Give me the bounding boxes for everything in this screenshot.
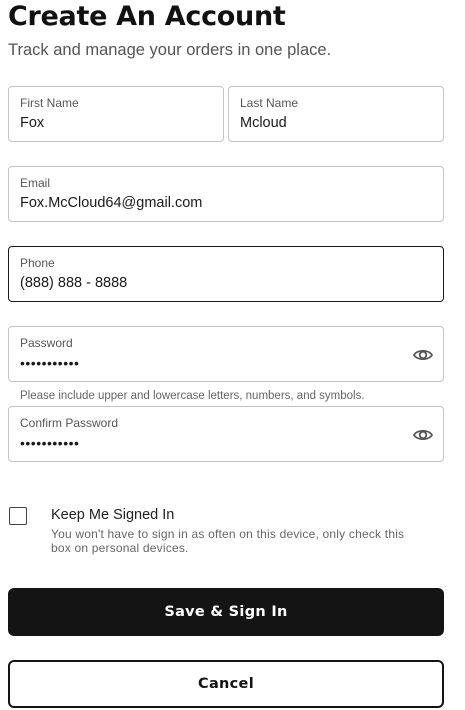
keep-signed-in-checkbox[interactable] bbox=[9, 507, 27, 525]
phone-field[interactable]: Phone bbox=[8, 246, 444, 302]
page-subtitle: Track and manage your orders in one plac… bbox=[8, 41, 332, 59]
email-input[interactable] bbox=[20, 193, 368, 213]
password-label: Password bbox=[20, 336, 73, 350]
first-name-label: First Name bbox=[20, 96, 79, 110]
eye-icon[interactable] bbox=[411, 423, 435, 447]
password-input[interactable] bbox=[20, 353, 368, 373]
first-name-input[interactable] bbox=[20, 113, 192, 133]
last-name-input[interactable] bbox=[240, 113, 412, 133]
email-field[interactable]: Email bbox=[8, 166, 444, 222]
save-sign-in-button[interactable]: Save & Sign In bbox=[8, 588, 444, 636]
last-name-field[interactable]: Last Name bbox=[228, 86, 444, 142]
eye-icon[interactable] bbox=[411, 343, 435, 367]
cancel-button[interactable]: Cancel bbox=[8, 660, 444, 708]
last-name-label: Last Name bbox=[240, 96, 299, 110]
confirm-password-field[interactable]: Confirm Password bbox=[8, 406, 444, 462]
password-field[interactable]: Password bbox=[8, 326, 444, 382]
keep-signed-in-description: You won't have to sign in as often on th… bbox=[51, 527, 405, 555]
phone-input[interactable] bbox=[20, 273, 368, 293]
phone-label: Phone bbox=[20, 256, 55, 270]
keep-signed-in-label[interactable]: Keep Me Signed In bbox=[51, 506, 174, 524]
password-hint: Please include upper and lowercase lette… bbox=[20, 390, 365, 402]
first-name-field[interactable]: First Name bbox=[8, 86, 224, 142]
confirm-password-input[interactable] bbox=[20, 433, 368, 453]
page-title: Create An Account bbox=[8, 1, 286, 32]
confirm-password-label: Confirm Password bbox=[20, 416, 119, 430]
email-label: Email bbox=[20, 176, 51, 190]
